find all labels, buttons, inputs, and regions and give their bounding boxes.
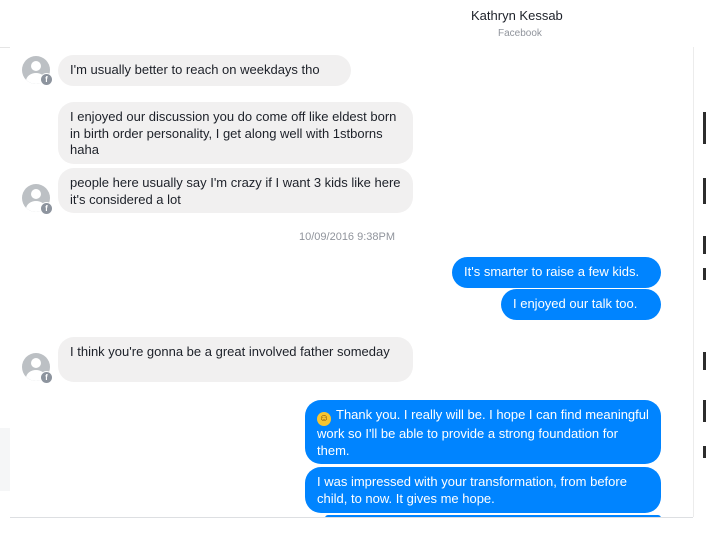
message-bubble-outgoing[interactable]: I enjoyed our talk too. <box>501 289 661 320</box>
message-bubble-outgoing[interactable]: ☺ Thank you. I really will be. I hope I c… <box>305 400 661 464</box>
message-bubble-incoming[interactable]: people here usually say I'm crazy if I w… <box>58 168 413 213</box>
smiley-emoji-icon: ☺ <box>317 412 331 426</box>
avatar-head-shape <box>31 358 41 368</box>
facebook-badge-icon: f <box>40 202 53 215</box>
message-bubble-incoming[interactable]: I think you're gonna be a great involved… <box>58 337 413 382</box>
message-composer[interactable] <box>10 517 693 534</box>
facebook-badge-icon: f <box>40 371 53 384</box>
contact-name[interactable]: Kathryn Kessab <box>471 8 563 23</box>
conversation-header: Kathryn Kessab Facebook <box>0 0 706 48</box>
left-panel-edge <box>0 428 10 491</box>
message-bubble-incoming[interactable]: I enjoyed our discussion you do come off… <box>58 102 413 164</box>
message-bubble-incoming[interactable]: I'm usually better to reach on weekdays … <box>58 55 351 86</box>
message-text: Thank you. I really will be. I hope I ca… <box>317 407 649 458</box>
avatar-head-shape <box>31 61 41 71</box>
message-bubble-outgoing[interactable]: I was impressed with your transformation… <box>305 467 661 513</box>
avatar-head-shape <box>31 189 41 199</box>
facebook-badge-icon: f <box>40 73 53 86</box>
contact-source: Facebook <box>498 28 542 39</box>
message-timestamp: 10/09/2016 9:38PM <box>299 231 396 243</box>
message-bubble-outgoing[interactable]: It's smarter to raise a few kids. <box>452 257 661 288</box>
